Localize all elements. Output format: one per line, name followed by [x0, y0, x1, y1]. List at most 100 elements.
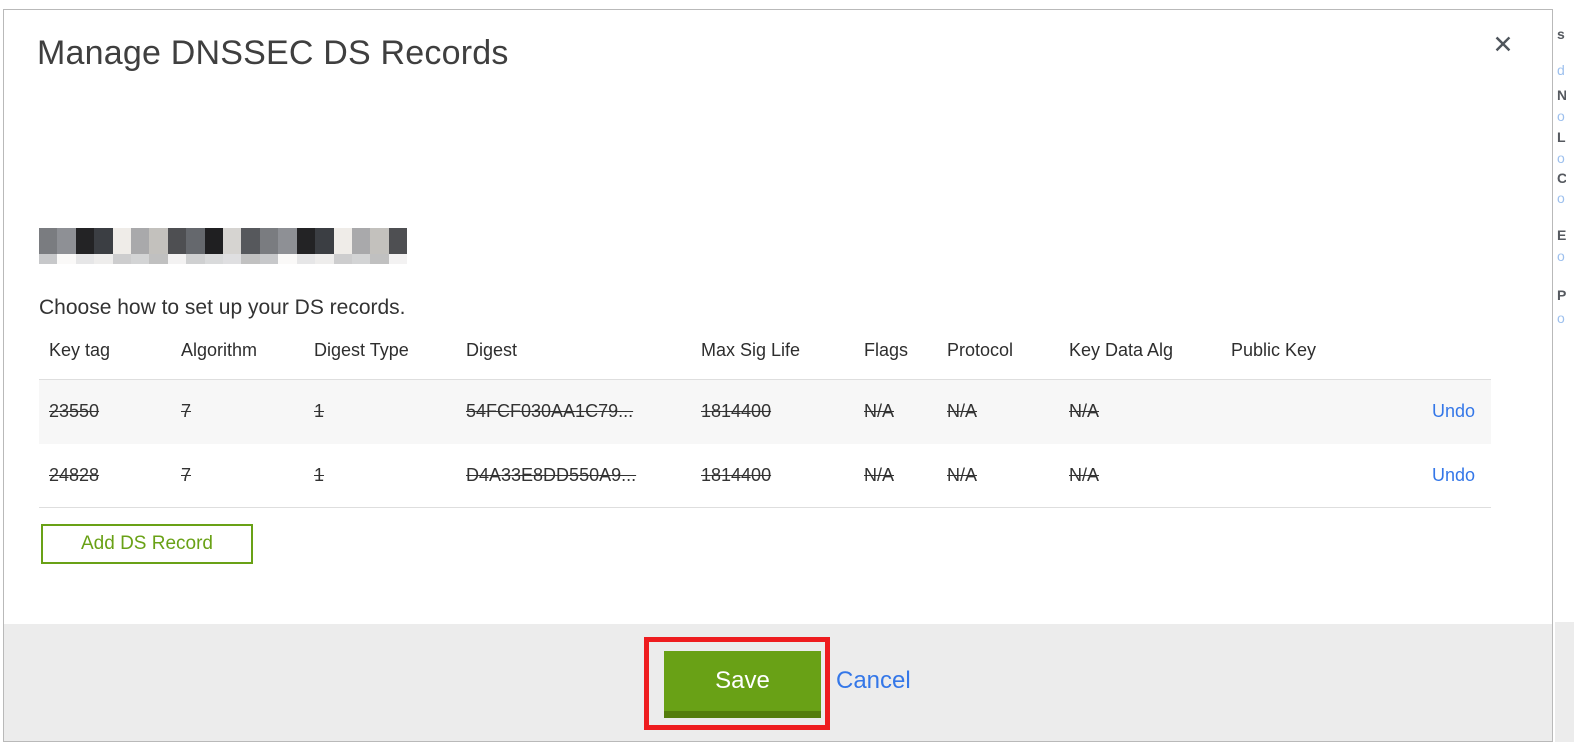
col-header-max-sig-life: Max Sig Life	[701, 340, 801, 360]
redacted-pixel-block	[259, 228, 279, 254]
background-page-sliver: sdNoLoCoEoPo	[1555, 0, 1574, 746]
cell-digest-type: 1	[314, 401, 325, 422]
redacted-pixel-block	[94, 254, 113, 264]
redacted-pixel-block	[149, 228, 168, 254]
red-highlight-annotation: Save	[644, 637, 830, 730]
col-header-digest-type: Digest Type	[314, 340, 409, 360]
col-header-algorithm: Algorithm	[181, 340, 258, 360]
setup-instruction-text: Choose how to set up your DS records.	[39, 296, 406, 319]
background-link-fragment: d	[1557, 62, 1565, 78]
cancel-link[interactable]: Cancel	[836, 667, 911, 695]
redacted-pixel-block	[315, 254, 334, 264]
dnssec-ds-records-dialog: Manage DNSSEC DS Records ✕ Choose how to…	[3, 9, 1553, 742]
table-row: 24828 7 1 D4A33E8DD550A9... 1814400 N/A …	[39, 444, 1491, 508]
cell-digest: 54FCF030AA1C79...	[466, 401, 634, 422]
undo-link[interactable]: Undo	[1432, 465, 1475, 485]
table-row: 23550 7 1 54FCF030AA1C79... 1814400 N/A …	[39, 379, 1491, 444]
cell-max-sig-life: 1814400	[701, 401, 772, 422]
col-header-protocol: Protocol	[947, 340, 1014, 360]
redacted-pixel-block	[167, 254, 187, 264]
redacted-pixel-block	[241, 228, 260, 254]
cell-protocol: N/A	[947, 401, 978, 422]
redacted-pixel-block	[223, 254, 242, 264]
add-ds-record-button[interactable]: Add DS Record	[41, 524, 253, 564]
col-header-actions	[1371, 340, 1491, 380]
redacted-pixel-block	[186, 254, 205, 264]
ds-records-table: Key tag Algorithm Digest Type Digest Max…	[39, 340, 1491, 508]
redacted-pixel-block	[296, 254, 316, 264]
background-label-fragment: E	[1557, 227, 1566, 243]
redacted-pixel-block	[333, 254, 352, 264]
background-link-fragment: o	[1557, 310, 1565, 326]
redacted-pixel-block	[94, 228, 113, 254]
cell-public-key	[1221, 380, 1371, 444]
redacted-pixel-block	[296, 228, 316, 254]
col-header-public-key: Public Key	[1231, 340, 1317, 360]
table-header-row: Key tag Algorithm Digest Type Digest Max…	[39, 340, 1491, 380]
redacted-pixel-block	[370, 228, 389, 254]
redacted-pixel-block	[112, 228, 132, 254]
cell-public-key	[1221, 444, 1371, 508]
redacted-pixel-block	[75, 228, 95, 254]
redacted-pixel-block	[75, 254, 95, 264]
col-header-flags: Flags	[864, 340, 909, 360]
cell-key-data-alg: N/A	[1069, 464, 1100, 485]
page-title: Manage DNSSEC DS Records	[37, 34, 509, 72]
redacted-pixel-block	[112, 254, 132, 264]
col-header-key-tag: Key tag	[49, 340, 111, 360]
background-page-footer-sliver	[1555, 622, 1574, 742]
background-label-fragment: N	[1557, 87, 1566, 103]
redacted-pixel-block	[204, 228, 224, 254]
redacted-pixel-block	[388, 228, 408, 254]
dialog-footer: Save Cancel	[4, 624, 1552, 741]
cell-key-data-alg: N/A	[1069, 401, 1100, 422]
redacted-pixel-block	[351, 254, 371, 264]
background-link-fragment: o	[1557, 248, 1565, 264]
redacted-pixel-block	[131, 254, 150, 264]
col-header-digest: Digest	[466, 340, 518, 360]
cell-key-tag: 23550	[49, 401, 100, 422]
redacted-pixel-block	[388, 254, 408, 264]
undo-link[interactable]: Undo	[1432, 401, 1475, 421]
redacted-pixel-row	[39, 228, 408, 254]
cell-protocol: N/A	[947, 464, 978, 485]
cell-flags: N/A	[864, 464, 895, 485]
redacted-pixel-block	[167, 228, 187, 254]
redacted-pixel-block	[57, 254, 76, 264]
cell-max-sig-life: 1814400	[701, 464, 772, 485]
background-label-fragment: C	[1557, 170, 1566, 186]
redacted-pixel-block	[333, 228, 352, 254]
background-label-fragment: P	[1557, 287, 1566, 303]
save-button[interactable]: Save	[664, 651, 821, 718]
redacted-pixel-block	[315, 228, 334, 254]
col-header-key-data-alg: Key Data Alg	[1069, 340, 1174, 360]
cell-digest-type: 1	[314, 464, 325, 485]
redacted-domain-name	[39, 228, 408, 264]
redacted-pixel-block	[204, 254, 224, 264]
cell-algorithm: 7	[181, 401, 192, 422]
background-label-fragment: s	[1557, 26, 1565, 42]
background-link-fragment: o	[1557, 190, 1565, 206]
redacted-pixel-block	[149, 254, 168, 264]
redacted-pixel-row-shadow	[39, 254, 408, 264]
redacted-pixel-block	[39, 228, 58, 254]
redacted-pixel-block	[278, 254, 297, 264]
redacted-pixel-block	[259, 254, 279, 264]
redacted-pixel-block	[241, 254, 260, 264]
background-link-fragment: o	[1557, 150, 1565, 166]
redacted-pixel-block	[57, 228, 76, 254]
cell-key-tag: 24828	[49, 464, 100, 485]
close-icon[interactable]: ✕	[1486, 28, 1520, 62]
redacted-pixel-block	[278, 228, 297, 254]
redacted-pixel-block	[351, 228, 371, 254]
redacted-pixel-block	[186, 228, 205, 254]
redacted-pixel-block	[370, 254, 389, 264]
redacted-pixel-block	[131, 228, 150, 254]
redacted-pixel-block	[223, 228, 242, 254]
cell-flags: N/A	[864, 401, 895, 422]
cell-algorithm: 7	[181, 464, 192, 485]
cell-digest: D4A33E8DD550A9...	[466, 464, 637, 485]
background-label-fragment: L	[1557, 129, 1566, 145]
redacted-pixel-block	[39, 254, 58, 264]
background-link-fragment: o	[1557, 108, 1565, 124]
